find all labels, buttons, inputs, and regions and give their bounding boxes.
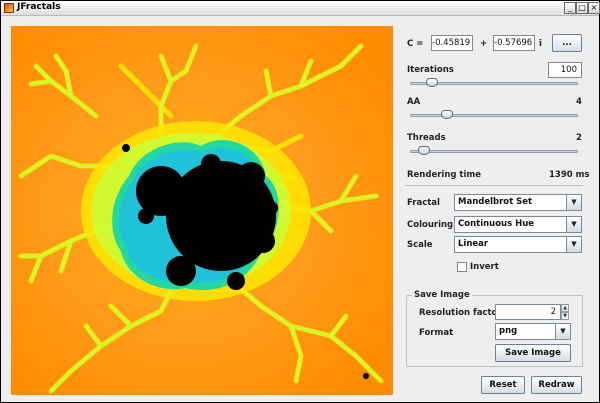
chevron-down-icon[interactable]: ▼: [566, 195, 581, 210]
fractal-image: [11, 26, 393, 395]
threads-label: Threads: [407, 133, 446, 143]
title-bar[interactable]: JFractals _ □ ×: [1, 1, 600, 16]
resolution-factor-label: Resolution factor: [419, 308, 502, 318]
minimize-button[interactable]: _: [564, 2, 576, 14]
divider: [405, 185, 583, 186]
scale-select[interactable]: Linear ▼: [454, 236, 582, 253]
threads-slider[interactable]: [410, 150, 578, 153]
fractal-canvas[interactable]: [11, 26, 393, 395]
format-select[interactable]: png ▼: [495, 323, 571, 340]
window-title: JFractals: [17, 2, 61, 12]
scale-label: Scale: [407, 240, 433, 250]
c-real-field[interactable]: -0.45819: [431, 35, 473, 51]
format-selected: png: [499, 326, 518, 336]
fractal-label: Fractal: [407, 198, 440, 208]
chevron-down-icon[interactable]: ▼: [566, 237, 581, 252]
colouring-label: Colouring: [407, 220, 454, 230]
colouring-selected: Continuous Hue: [458, 219, 535, 229]
invert-label: Invert: [470, 262, 499, 272]
spinner-down-icon[interactable]: ▼: [561, 312, 569, 320]
chevron-down-icon[interactable]: ▼: [555, 324, 570, 339]
c-label: C =: [407, 39, 424, 49]
scale-selected: Linear: [458, 239, 489, 249]
redraw-button[interactable]: Redraw: [531, 376, 582, 394]
iterations-field[interactable]: 100: [548, 62, 582, 78]
spinner-up-icon[interactable]: ▲: [561, 304, 569, 312]
close-button[interactable]: ×: [588, 2, 600, 14]
iterations-label: Iterations: [407, 65, 454, 75]
rendering-time-label: Rendering time: [407, 170, 482, 180]
rendering-time-value: 1390 ms: [549, 170, 590, 180]
colouring-select[interactable]: Continuous Hue ▼: [454, 216, 582, 233]
app-window: JFractals _ □ × C = -0.45819 + -0.57696 …: [0, 0, 600, 403]
app-icon: [4, 3, 14, 13]
aa-slider-thumb[interactable]: [441, 110, 454, 119]
threads-value: 2: [576, 133, 582, 143]
iterations-slider-thumb[interactable]: [425, 78, 438, 87]
pick-c-button[interactable]: ...: [552, 34, 582, 52]
c-imag-field[interactable]: -0.57696: [493, 35, 535, 51]
threads-slider-thumb[interactable]: [417, 146, 430, 155]
chevron-down-icon[interactable]: ▼: [566, 217, 581, 232]
format-label: Format: [419, 328, 454, 338]
save-image-group-title: Save Image: [412, 290, 472, 300]
resolution-factor-field[interactable]: 2: [495, 304, 561, 320]
reset-button[interactable]: Reset: [481, 376, 525, 394]
invert-checkbox[interactable]: [457, 262, 467, 272]
save-image-button[interactable]: Save Image: [495, 344, 571, 362]
c-imag-unit: i: [539, 39, 542, 49]
maximize-button[interactable]: □: [576, 2, 588, 14]
aa-slider[interactable]: [410, 114, 578, 117]
aa-value: 4: [576, 97, 582, 107]
fractal-select[interactable]: Mandelbrot Set ▼: [454, 194, 582, 211]
fractal-selected: Mandelbrot Set: [458, 197, 533, 207]
c-plus-label: +: [480, 39, 488, 49]
aa-label: AA: [407, 97, 421, 107]
